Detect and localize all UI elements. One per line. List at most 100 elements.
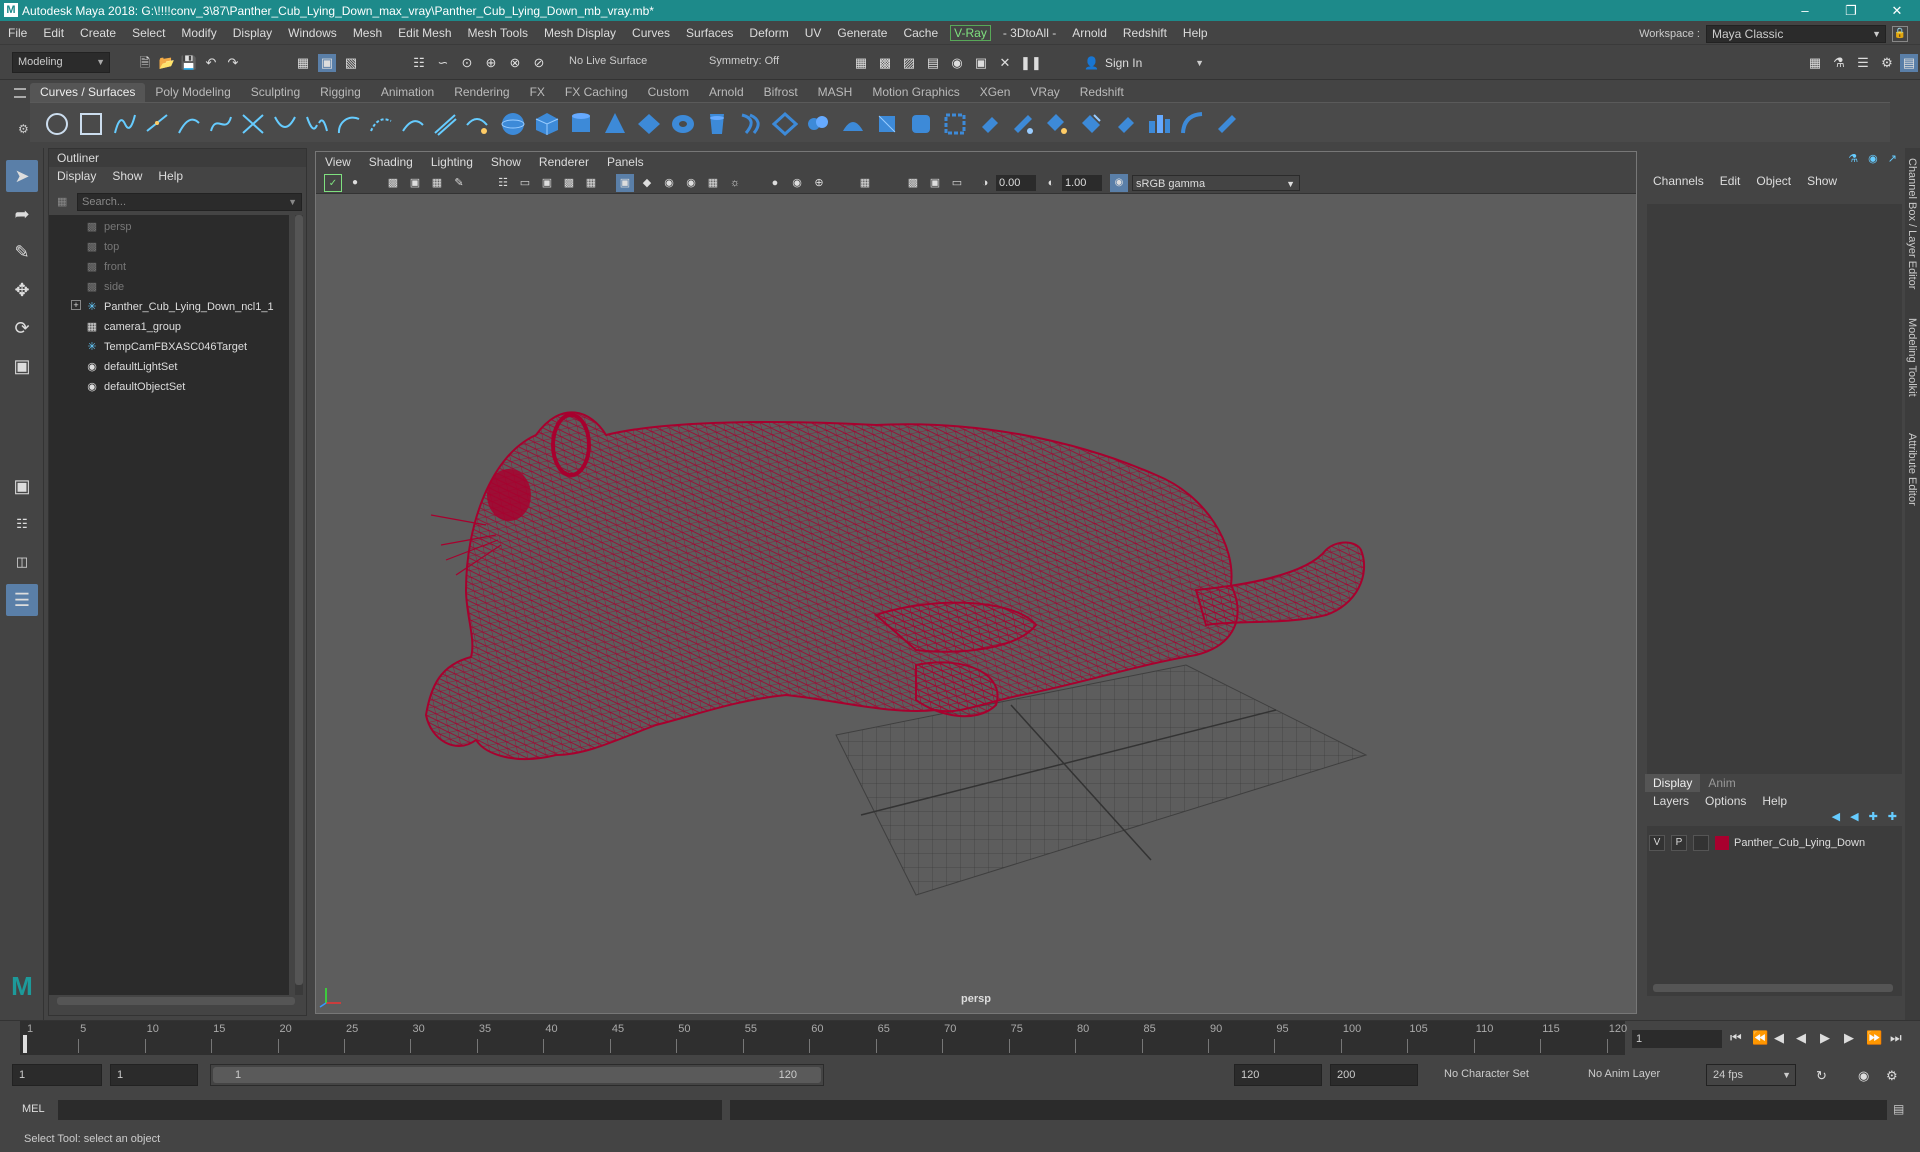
attach-curves-icon[interactable] bbox=[272, 111, 298, 137]
bookmark-icon[interactable]: ▩ bbox=[384, 174, 402, 192]
lights-icon[interactable]: ☼ bbox=[726, 174, 744, 192]
lock-icon[interactable]: 🔒 bbox=[1892, 26, 1908, 42]
xray-active-icon[interactable]: ▣ bbox=[926, 174, 944, 192]
render-setup-icon[interactable]: ▣ bbox=[972, 54, 990, 72]
side-tab-modeling-toolkit[interactable]: Modeling Toolkit bbox=[1906, 318, 1918, 397]
snap-point-icon[interactable]: ⊙ bbox=[458, 54, 476, 72]
side-tab-channel-box[interactable]: Channel Box / Layer Editor bbox=[1906, 158, 1918, 289]
step-back-frame-icon[interactable]: ⏪ bbox=[1752, 1030, 1768, 1046]
stitch-edges-icon[interactable] bbox=[1214, 111, 1240, 137]
script-editor-icon[interactable]: ▤ bbox=[1893, 1102, 1904, 1116]
modeling-toolkit-icon[interactable]: ▦ bbox=[1806, 54, 1824, 72]
image-plane-icon[interactable]: ▣ bbox=[406, 174, 424, 192]
menu-cache[interactable]: Cache bbox=[895, 26, 946, 40]
new-layer-from-selection-icon[interactable]: ✚ bbox=[1888, 810, 1897, 823]
nurbs-square-icon[interactable] bbox=[78, 111, 104, 137]
reverse-curve-icon[interactable] bbox=[464, 111, 490, 137]
light-editor-icon[interactable]: ✕ bbox=[996, 54, 1014, 72]
channel-box-settings-icon[interactable]: ◉ bbox=[1868, 152, 1878, 165]
render-current-icon[interactable]: ▩ bbox=[876, 54, 894, 72]
bezier-curve-icon[interactable] bbox=[208, 111, 234, 137]
move-layer-up-icon[interactable]: ◀ bbox=[1832, 810, 1840, 823]
shelf-tab-rigging[interactable]: Rigging bbox=[310, 83, 371, 102]
sculpt-geometry-icon[interactable] bbox=[1146, 111, 1172, 137]
step-back-key-icon[interactable]: ◀ bbox=[1774, 1030, 1784, 1046]
outliner-item-top[interactable]: ▩ top bbox=[49, 237, 289, 257]
character-controls-icon[interactable]: ⚗ bbox=[1830, 54, 1848, 72]
shadows-icon[interactable]: ● bbox=[766, 174, 784, 192]
viewport-menu-panels[interactable]: Panels bbox=[598, 152, 653, 172]
revolve-icon[interactable] bbox=[704, 111, 730, 137]
new-empty-layer-icon[interactable]: ✚ bbox=[1869, 810, 1878, 823]
save-scene-icon[interactable]: 💾 bbox=[180, 54, 198, 72]
anim-preferences-icon[interactable]: ⚙ bbox=[1886, 1068, 1898, 1084]
attribute-editor-icon[interactable]: ☰ bbox=[1854, 54, 1872, 72]
outliner-item-front[interactable]: ▩ front bbox=[49, 257, 289, 277]
outliner-item-side[interactable]: ▩ side bbox=[49, 277, 289, 297]
menu-vray[interactable]: V-Ray bbox=[950, 24, 991, 41]
cv-curve-icon[interactable] bbox=[112, 111, 138, 137]
shelf-tab-motion-graphics[interactable]: Motion Graphics bbox=[862, 83, 969, 102]
layer-menu-help[interactable]: Help bbox=[1754, 792, 1795, 810]
step-forward-key-icon[interactable]: ▶ bbox=[1844, 1030, 1854, 1046]
snap-grid-icon[interactable]: ☷ bbox=[410, 54, 428, 72]
hypershade-icon[interactable]: ◉ bbox=[948, 54, 966, 72]
viewport-menu-renderer[interactable]: Renderer bbox=[530, 152, 598, 172]
ep-curve-icon[interactable] bbox=[144, 111, 170, 137]
command-input[interactable] bbox=[58, 1100, 722, 1120]
animation-end-field[interactable]: 200 bbox=[1330, 1064, 1418, 1086]
layer-playback-toggle[interactable]: P bbox=[1671, 835, 1687, 851]
menu-3dtoall[interactable]: - 3DtoAll - bbox=[995, 26, 1064, 40]
move-layer-down-icon[interactable]: ◀ bbox=[1850, 810, 1858, 823]
channel-menu-object[interactable]: Object bbox=[1748, 172, 1799, 190]
menu-deform[interactable]: Deform bbox=[741, 26, 796, 40]
range-bar[interactable]: 1 120 bbox=[210, 1064, 824, 1086]
menu-edit[interactable]: Edit bbox=[35, 26, 72, 40]
paint-select-icon[interactable]: ✎ bbox=[6, 236, 38, 268]
offset-curve-icon[interactable] bbox=[432, 111, 458, 137]
bevel-plus-icon[interactable] bbox=[874, 111, 900, 137]
viewport-menu-show[interactable]: Show bbox=[482, 152, 530, 172]
nurbs-plane-icon[interactable] bbox=[636, 111, 662, 137]
gamma-field[interactable]: 1.00 bbox=[1062, 175, 1102, 191]
shelf-menu-icon[interactable] bbox=[14, 88, 26, 98]
square-surface-icon[interactable] bbox=[942, 111, 968, 137]
current-frame-field[interactable]: 1 bbox=[1632, 1030, 1722, 1048]
detach-curves-icon[interactable] bbox=[304, 111, 330, 137]
shelf-tab-rendering[interactable]: Rendering bbox=[444, 83, 519, 102]
arc-icon[interactable] bbox=[336, 111, 362, 137]
insert-isoparm-icon[interactable] bbox=[1112, 111, 1138, 137]
play-forwards-icon[interactable]: ▶ bbox=[1820, 1030, 1830, 1046]
wireframe-icon[interactable]: ▣ bbox=[616, 174, 634, 192]
layer-color-swatch[interactable] bbox=[1715, 836, 1729, 850]
shelf-tab-curves-surfaces[interactable]: Curves / Surfaces bbox=[30, 83, 146, 102]
outliner-search-input[interactable]: Search... ▼ bbox=[77, 193, 302, 211]
xray-icon[interactable]: ▦ bbox=[704, 174, 722, 192]
viewport-menu-view[interactable]: View bbox=[316, 152, 360, 172]
close-button[interactable]: ✕ bbox=[1874, 0, 1920, 21]
menu-help[interactable]: Help bbox=[1175, 26, 1216, 40]
current-time-indicator[interactable] bbox=[23, 1035, 27, 1053]
animation-start-field[interactable]: 1 bbox=[12, 1064, 102, 1086]
mode-dropdown[interactable]: Modeling ▼ bbox=[12, 52, 110, 73]
extend-surface-icon[interactable] bbox=[1078, 111, 1104, 137]
xray-joints-icon[interactable]: ▩ bbox=[904, 174, 922, 192]
2d-pan-zoom-icon[interactable]: ▦ bbox=[428, 174, 446, 192]
menu-arnold[interactable]: Arnold bbox=[1064, 26, 1115, 40]
grid-toggle-icon[interactable]: ☷ bbox=[494, 174, 512, 192]
shelf-settings-icon[interactable]: ⚙ bbox=[18, 122, 29, 136]
pause-viewport-icon[interactable]: ❚❚ bbox=[1020, 54, 1042, 72]
exposure-field[interactable]: 0.00 bbox=[996, 175, 1036, 191]
channel-menu-edit[interactable]: Edit bbox=[1712, 172, 1749, 190]
command-language-label[interactable]: MEL bbox=[22, 1103, 45, 1115]
scrollbar-thumb[interactable] bbox=[295, 215, 303, 985]
maximize-button[interactable]: ❐ bbox=[1828, 0, 1874, 21]
channel-box-resize-icon[interactable]: ↗ bbox=[1888, 152, 1897, 165]
menu-windows[interactable]: Windows bbox=[280, 26, 345, 40]
new-scene-icon[interactable]: 🗎 bbox=[136, 54, 154, 72]
shelf-tab-animation[interactable]: Animation bbox=[371, 83, 444, 102]
range-handle[interactable]: 1 120 bbox=[213, 1067, 821, 1083]
shelf-tab-fx-caching[interactable]: FX Caching bbox=[555, 83, 638, 102]
pencil-curve-icon[interactable] bbox=[176, 111, 202, 137]
layer-tab-anim[interactable]: Anim bbox=[1700, 774, 1743, 792]
